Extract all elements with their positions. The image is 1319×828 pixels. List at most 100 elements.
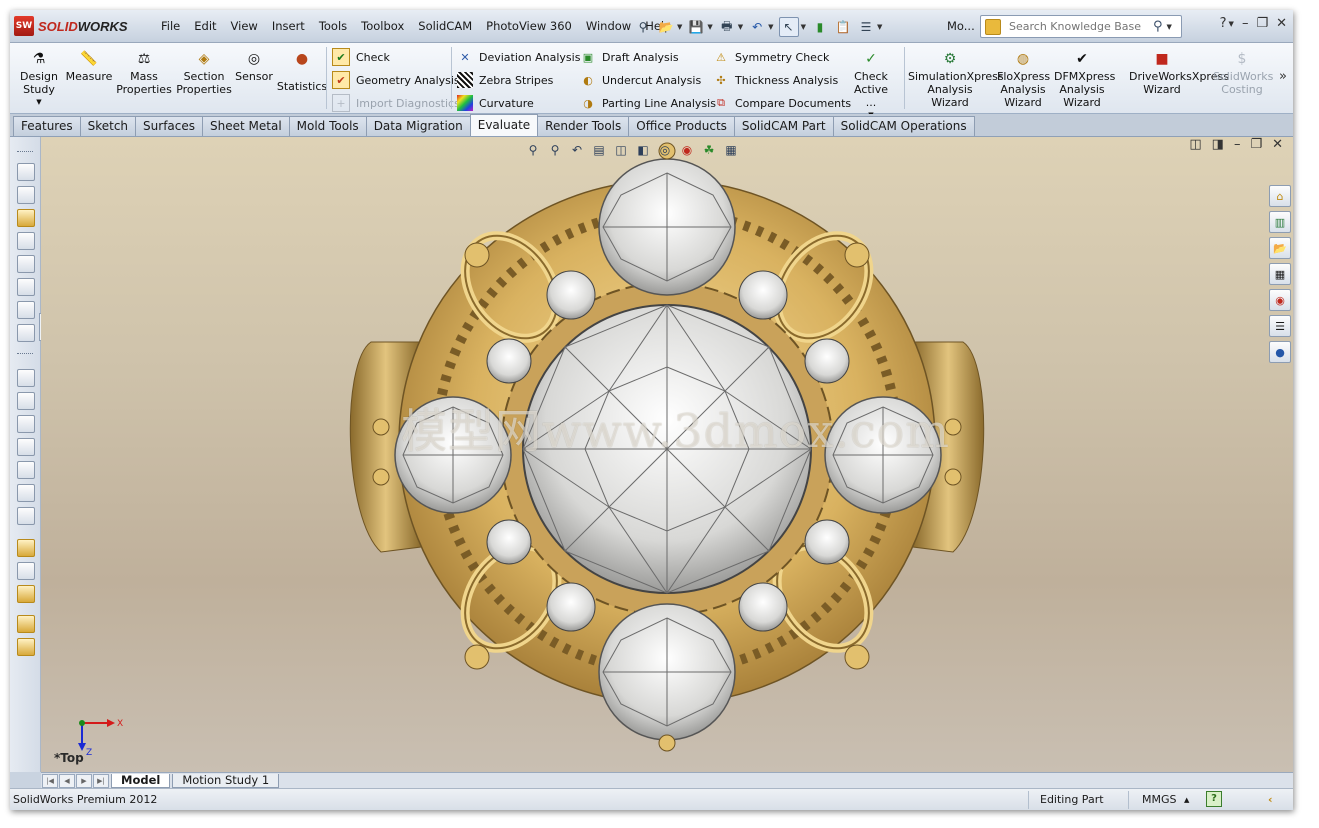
undo-dropdown-icon[interactable]: ▼	[768, 23, 773, 31]
menu-window[interactable]: Window	[579, 19, 638, 33]
floxpress-button[interactable]: ◍ FloXpress Analysis Wizard	[996, 46, 1050, 110]
menu-tools[interactable]: Tools	[312, 19, 354, 33]
close-icon[interactable]: ✕	[1276, 16, 1287, 31]
tab-office-products[interactable]: Office Products	[628, 116, 735, 136]
layer-properties-icon[interactable]	[17, 638, 35, 656]
measure-button[interactable]: 📏 Measure	[64, 46, 114, 84]
quick-tips-help-icon[interactable]: ?	[1206, 791, 1222, 807]
sketch-icon[interactable]	[17, 539, 35, 557]
parting-line-analysis-button[interactable]: ◑ Parting Line Analysis	[580, 94, 716, 112]
datum-icon[interactable]	[17, 232, 35, 250]
design-study-dropdown-icon[interactable]: ▼	[16, 96, 62, 109]
view-top-icon[interactable]	[17, 461, 35, 479]
menu-view[interactable]: View	[224, 19, 265, 33]
curvature-button[interactable]: Curvature	[457, 94, 534, 112]
zebra-stripes-button[interactable]: Zebra Stripes	[457, 71, 553, 89]
first-tab-icon[interactable]: |◀	[42, 773, 58, 788]
viewport-restore-icon[interactable]: ❐	[1250, 137, 1262, 152]
surface-finish-icon[interactable]	[17, 278, 35, 296]
tab-data-migration[interactable]: Data Migration	[365, 116, 471, 136]
statistics-button[interactable]: ● Statistics	[276, 46, 328, 94]
open-icon[interactable]: 📂	[657, 18, 675, 36]
smart-dimension-icon[interactable]	[17, 562, 35, 580]
section-view-icon[interactable]: ▤	[591, 142, 607, 158]
thickness-analysis-button[interactable]: ✣ Thickness Analysis	[713, 71, 838, 89]
simulationxpress-button[interactable]: ⚙ SimulationXpress Analysis Wizard	[907, 46, 1004, 110]
open-dropdown-icon[interactable]: ▼	[677, 23, 682, 31]
mass-properties-button[interactable]: ⚖ Mass Properties	[116, 46, 172, 97]
weld-symbol-icon[interactable]	[17, 255, 35, 273]
tab-model[interactable]: Model	[111, 773, 171, 788]
import-diagnostics-button[interactable]: + Import Diagnostics	[332, 94, 460, 112]
help-icon[interactable]: ?	[1220, 16, 1227, 31]
prev-tab-icon[interactable]: ◀	[59, 773, 75, 788]
menu-toolbox[interactable]: Toolbox	[354, 19, 411, 33]
custom-properties-icon[interactable]: ☰	[1269, 315, 1291, 337]
balloon-icon[interactable]	[17, 209, 35, 227]
geometric-tolerance-icon[interactable]	[17, 301, 35, 319]
relations-icon[interactable]	[17, 585, 35, 603]
units-selector[interactable]: MMGS	[1142, 793, 1177, 806]
tab-sheet-metal[interactable]: Sheet Metal	[202, 116, 290, 136]
tab-render-tools[interactable]: Render Tools	[537, 116, 630, 136]
units-dropdown-icon[interactable]: ▲	[1184, 796, 1189, 804]
zoom-to-fit-icon[interactable]: ⚲	[525, 142, 541, 158]
menu-insert[interactable]: Insert	[265, 19, 312, 33]
options-icon[interactable]: ☰	[857, 18, 875, 36]
search-dropdown-icon[interactable]: ▼	[1167, 23, 1172, 31]
tab-mold-tools[interactable]: Mold Tools	[288, 116, 367, 136]
solidworks-forum-icon[interactable]: ●	[1269, 341, 1291, 363]
view-front-icon[interactable]	[17, 369, 35, 387]
edit-appearance-icon[interactable]: ◉	[679, 142, 695, 158]
view-back-icon[interactable]	[17, 392, 35, 410]
save-icon[interactable]: 💾	[687, 18, 705, 36]
graphics-area[interactable]: ⚲ ⚲ ↶ ▤ ◫ ◧ ◎ ◉ ☘ ▦ ◫ ◨ – ❐ ✕ ⌂ ▥ 📂 ▦ ◉ …	[41, 137, 1293, 772]
tab-solidcam-part[interactable]: SolidCAM Part	[733, 116, 834, 136]
pin-icon[interactable]: ⚲	[634, 18, 652, 36]
minimize-icon[interactable]: –	[1242, 16, 1249, 31]
annotation-icon[interactable]	[17, 163, 35, 181]
select-dropdown-icon[interactable]: ▼	[801, 23, 806, 31]
viewport-minimize-icon[interactable]: –	[1234, 137, 1241, 152]
previous-view-icon[interactable]: ↶	[569, 142, 585, 158]
search-input[interactable]	[1007, 19, 1151, 34]
viewport-split-icon[interactable]: ◫	[1189, 137, 1201, 152]
tab-motion-study-1[interactable]: Motion Study 1	[172, 773, 280, 788]
view-settings-icon[interactable]: ▦	[723, 142, 739, 158]
toolbar-grip[interactable]	[17, 353, 33, 356]
tab-surfaces[interactable]: Surfaces	[135, 116, 204, 136]
rebuild-icon[interactable]: ▮	[811, 18, 829, 36]
help-dropdown-icon[interactable]: ▼	[1229, 20, 1234, 31]
check-active-button[interactable]: ✓ Check Active ... ▼	[844, 46, 898, 122]
compare-documents-button[interactable]: ⧉ Compare Documents	[713, 94, 851, 112]
print-icon[interactable]: 🖶	[718, 18, 736, 36]
zoom-to-area-icon[interactable]: ⚲	[547, 142, 563, 158]
view-isometric-icon[interactable]	[17, 507, 35, 525]
undercut-analysis-button[interactable]: ◐ Undercut Analysis	[580, 71, 701, 89]
status-expand-icon[interactable]: ‹	[1268, 793, 1273, 806]
geometry-analysis-button[interactable]: ✔ Geometry Analysis	[332, 71, 460, 89]
viewport-tile-icon[interactable]: ◨	[1212, 137, 1224, 152]
tab-features[interactable]: Features	[13, 116, 81, 136]
toolbar-grip[interactable]	[17, 151, 33, 154]
design-library-icon[interactable]: ▥	[1269, 211, 1291, 233]
check-button[interactable]: ✔ Check	[332, 48, 390, 66]
next-tab-icon[interactable]: ▶	[76, 773, 92, 788]
solidworks-logo[interactable]: SW SOLIDWORKS	[14, 16, 142, 36]
layer-icon[interactable]	[17, 615, 35, 633]
view-left-icon[interactable]	[17, 415, 35, 433]
section-properties-button[interactable]: ◈ Section Properties	[174, 46, 234, 97]
menu-file[interactable]: File	[154, 19, 187, 33]
sensor-button[interactable]: ◎ Sensor	[234, 46, 274, 84]
apply-scene-icon[interactable]: ☘	[701, 142, 717, 158]
view-palette-icon[interactable]: ▦	[1269, 263, 1291, 285]
undo-icon[interactable]: ↶	[748, 18, 766, 36]
draft-analysis-button[interactable]: ▣ Draft Analysis	[580, 48, 679, 66]
deviation-analysis-button[interactable]: ✕ Deviation Analysis	[457, 48, 580, 66]
menu-photoview-360[interactable]: PhotoView 360	[479, 19, 579, 33]
tab-sketch[interactable]: Sketch	[79, 116, 137, 136]
hole-callout-icon[interactable]	[17, 324, 35, 342]
options-dropdown-icon[interactable]: ▼	[877, 23, 882, 31]
more-commands-icon[interactable]: »	[1279, 69, 1287, 84]
save-dropdown-icon[interactable]: ▼	[707, 23, 712, 31]
